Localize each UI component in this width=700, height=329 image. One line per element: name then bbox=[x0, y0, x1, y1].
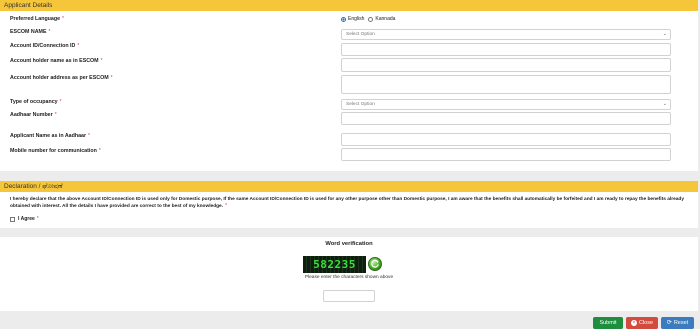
aadhaar-number-row: Aadhaar Number * bbox=[10, 112, 672, 125]
escom-name-label: ESCOM NAME * bbox=[10, 29, 51, 35]
agree-row: I Agree * bbox=[10, 216, 39, 222]
mobile-input[interactable] bbox=[341, 148, 671, 161]
word-verification-panel: Word verification 582235 Please enter th… bbox=[0, 237, 698, 311]
aadhaar-number-input[interactable] bbox=[341, 112, 671, 125]
declaration-panel: Declaration / ಘೋಷಣೆ I hereby declare tha… bbox=[0, 181, 698, 228]
submit-label: Submit bbox=[599, 320, 617, 326]
radio-english-label: English bbox=[348, 16, 365, 22]
close-label: Close bbox=[638, 320, 654, 326]
reset-button[interactable]: ⟳ Reset bbox=[661, 317, 694, 329]
agree-label: I Agree * bbox=[18, 216, 39, 222]
aadhaar-name-row: Applicant Name as in Aadhaar * bbox=[10, 133, 672, 146]
applicant-details-panel: Applicant Details Preferred Language * En… bbox=[0, 0, 698, 171]
agree-checkbox[interactable] bbox=[10, 216, 15, 222]
account-id-row: Account ID/Connection ID * bbox=[10, 43, 672, 56]
radio-english[interactable] bbox=[341, 16, 346, 22]
close-button[interactable]: × Close bbox=[626, 317, 658, 329]
escom-name-value: Select Option bbox=[346, 32, 375, 37]
account-id-label: Account ID/Connection ID * bbox=[10, 43, 80, 49]
submit-button[interactable]: Submit bbox=[593, 317, 623, 329]
preferred-language-label: Preferred Language * bbox=[10, 16, 64, 22]
holder-address-label: Account holder address as per ESCOM * bbox=[10, 75, 113, 81]
holder-name-input[interactable] bbox=[341, 58, 671, 72]
declaration-text: I hereby declare that the above Account … bbox=[10, 197, 685, 209]
occupancy-value: Select Option bbox=[346, 102, 375, 107]
reset-label: Reset bbox=[673, 320, 689, 326]
holder-name-label: Account holder name as in ESCOM * bbox=[10, 58, 103, 64]
occupancy-label: Type of occupancy * bbox=[10, 99, 62, 105]
occupancy-select[interactable]: Select Option ⌄ bbox=[341, 99, 671, 110]
captcha-hint: Please enter the characters shown above bbox=[304, 275, 394, 280]
holder-name-row: Account holder name as in ESCOM * bbox=[10, 58, 672, 72]
applicant-details-header: Applicant Details bbox=[0, 0, 698, 11]
refresh-captcha-icon[interactable] bbox=[368, 257, 382, 271]
captcha-image: 582235 bbox=[303, 256, 366, 273]
chevron-down-icon: ⌄ bbox=[662, 31, 667, 37]
chevron-down-icon: ⌄ bbox=[662, 101, 667, 107]
escom-name-row: ESCOM NAME * Select Option ⌄ bbox=[10, 29, 672, 41]
captcha-input[interactable] bbox=[323, 290, 375, 302]
mobile-label: Mobile number for communication * bbox=[10, 148, 101, 154]
occupancy-row: Type of occupancy * Select Option ⌄ bbox=[10, 99, 672, 111]
holder-address-row: Account holder address as per ESCOM * bbox=[10, 75, 672, 94]
close-icon: × bbox=[630, 320, 637, 326]
language-radio-group: English Kannada bbox=[341, 16, 395, 22]
holder-address-textarea[interactable] bbox=[341, 75, 671, 94]
reset-icon: ⟳ bbox=[666, 320, 672, 326]
aadhaar-name-label: Applicant Name as in Aadhaar * bbox=[10, 133, 90, 139]
declaration-header: Declaration / ಘೋಷಣೆ bbox=[0, 181, 698, 192]
mobile-row: Mobile number for communication * bbox=[10, 148, 672, 161]
aadhaar-name-input[interactable] bbox=[341, 133, 671, 146]
escom-name-select[interactable]: Select Option ⌄ bbox=[341, 29, 671, 40]
aadhaar-number-label: Aadhaar Number * bbox=[10, 112, 57, 118]
preferred-language-row: Preferred Language * English Kannada bbox=[10, 16, 672, 28]
word-verification-title: Word verification bbox=[325, 241, 373, 247]
radio-kannada[interactable] bbox=[368, 16, 374, 22]
account-id-input[interactable] bbox=[341, 43, 671, 56]
radio-kannada-label: Kannada bbox=[375, 16, 396, 22]
